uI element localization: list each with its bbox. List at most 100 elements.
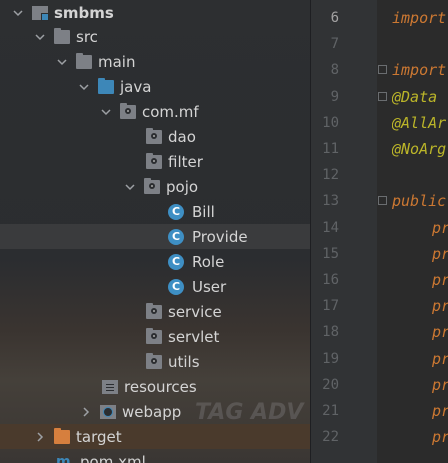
package-icon bbox=[146, 127, 162, 144]
tree-item-resources[interactable]: resources bbox=[0, 374, 310, 399]
line-number: 15 bbox=[322, 245, 339, 262]
module-icon bbox=[32, 5, 49, 21]
tree-item-label: Role bbox=[192, 252, 225, 271]
code-line[interactable]: pr bbox=[432, 241, 448, 267]
tree-item-label: filter bbox=[168, 152, 203, 171]
tree-item-pojo[interactable]: pojo bbox=[0, 174, 310, 199]
tree-item-label: webapp bbox=[122, 402, 182, 421]
code-line[interactable]: import bbox=[392, 5, 448, 31]
resources-folder-icon bbox=[102, 379, 118, 394]
tree-item-label: dao bbox=[168, 127, 196, 146]
class-icon: C bbox=[168, 228, 184, 245]
chevron-down-icon[interactable] bbox=[100, 106, 112, 118]
tree-item-pom-xml[interactable]: m pom.xml bbox=[0, 449, 310, 463]
code-line[interactable] bbox=[392, 162, 448, 188]
folder-icon bbox=[76, 52, 92, 69]
tree-item-label: User bbox=[192, 277, 227, 296]
package-icon bbox=[120, 102, 136, 119]
tree-item-label: servlet bbox=[168, 327, 220, 346]
project-tree: smbms src main java com.mf dao filter po… bbox=[0, 0, 310, 463]
folder-icon bbox=[54, 27, 70, 44]
tree-item-com-mf[interactable]: com.mf bbox=[0, 99, 310, 124]
tree-item-service[interactable]: service bbox=[0, 299, 310, 324]
chevron-down-icon[interactable] bbox=[34, 31, 46, 43]
tree-item-provide[interactable]: C Provide bbox=[0, 224, 310, 249]
web-folder-icon bbox=[100, 404, 116, 419]
line-number: 13 bbox=[322, 193, 339, 210]
chevron-down-icon[interactable] bbox=[124, 181, 136, 193]
tree-item-main[interactable]: main bbox=[0, 49, 310, 74]
tree-item-dao[interactable]: dao bbox=[0, 124, 310, 149]
chevron-down-icon[interactable] bbox=[56, 56, 68, 68]
chevron-right-icon[interactable] bbox=[34, 431, 46, 443]
class-icon: C bbox=[168, 278, 184, 295]
code-line[interactable]: pr bbox=[432, 215, 448, 241]
class-icon: C bbox=[168, 253, 184, 270]
chevron-right-icon[interactable] bbox=[80, 406, 92, 418]
line-number: 20 bbox=[322, 376, 339, 393]
tree-item-label: main bbox=[98, 52, 136, 71]
code-line[interactable]: pr bbox=[432, 319, 448, 345]
maven-icon: m bbox=[56, 453, 71, 463]
tree-item-java[interactable]: java bbox=[0, 74, 310, 99]
line-number: 7 bbox=[330, 36, 339, 53]
code-line[interactable]: pr bbox=[432, 424, 448, 450]
package-icon bbox=[146, 352, 162, 369]
line-number: 9 bbox=[330, 88, 339, 105]
code-line[interactable]: pr bbox=[432, 372, 448, 398]
tree-item-role[interactable]: C Role bbox=[0, 249, 310, 274]
line-number: 11 bbox=[322, 141, 339, 157]
tree-item-label: Bill bbox=[192, 202, 215, 221]
tree-item-label: java bbox=[120, 77, 152, 96]
line-number: 19 bbox=[322, 350, 339, 367]
chevron-down-icon[interactable] bbox=[78, 81, 90, 93]
code-line[interactable]: import bbox=[392, 57, 448, 83]
tree-item-label: src bbox=[76, 27, 98, 46]
tree-item-label: pom.xml bbox=[80, 452, 146, 463]
tree-item-smbms[interactable]: smbms bbox=[0, 0, 310, 25]
code-line[interactable]: @NoArg bbox=[392, 136, 448, 162]
line-number: 14 bbox=[322, 219, 339, 236]
tree-item-label: pojo bbox=[166, 177, 199, 196]
code-line[interactable]: pr bbox=[432, 267, 448, 293]
code-line[interactable]: public bbox=[392, 188, 448, 214]
code-line[interactable] bbox=[392, 31, 448, 57]
tree-item-label: resources bbox=[124, 377, 197, 396]
tree-item-src[interactable]: src bbox=[0, 24, 310, 49]
code-line[interactable]: pr bbox=[432, 346, 448, 372]
line-number: 17 bbox=[322, 298, 339, 315]
tree-item-target[interactable]: target bbox=[0, 424, 310, 449]
tree-item-utils[interactable]: utils bbox=[0, 349, 310, 374]
tree-item-label: smbms bbox=[54, 3, 114, 22]
code-line[interactable]: pr bbox=[432, 398, 448, 424]
package-icon bbox=[146, 302, 162, 319]
fold-marker-icon[interactable] bbox=[378, 65, 387, 75]
tree-item-label: target bbox=[76, 427, 122, 446]
watermark-logo: TAG ADV bbox=[195, 400, 304, 425]
tree-item-label: utils bbox=[168, 352, 200, 371]
line-number: 6 bbox=[330, 10, 339, 26]
line-number: 8 bbox=[330, 62, 339, 79]
class-icon: C bbox=[168, 203, 184, 220]
package-icon bbox=[146, 327, 162, 344]
tree-item-filter[interactable]: filter bbox=[0, 149, 310, 174]
source-folder-icon bbox=[98, 77, 114, 94]
code-line[interactable]: pr bbox=[432, 293, 448, 319]
line-number: 16 bbox=[322, 272, 339, 288]
code-line[interactable]: @AllAr bbox=[392, 110, 448, 136]
tree-item-servlet[interactable]: servlet bbox=[0, 324, 310, 349]
line-number: 21 bbox=[322, 403, 339, 419]
package-icon bbox=[144, 177, 160, 194]
tree-item-bill[interactable]: C Bill bbox=[0, 199, 310, 224]
fold-marker-icon[interactable] bbox=[378, 91, 387, 101]
line-number: 18 bbox=[322, 324, 339, 341]
line-number: 22 bbox=[322, 429, 339, 446]
package-icon bbox=[146, 152, 162, 169]
fold-marker-icon[interactable] bbox=[378, 196, 387, 206]
line-number: 12 bbox=[322, 167, 339, 184]
code-line[interactable]: @Data bbox=[392, 84, 448, 110]
tree-item-label: com.mf bbox=[142, 102, 199, 121]
tree-item-user[interactable]: C User bbox=[0, 274, 310, 299]
chevron-down-icon[interactable] bbox=[12, 7, 24, 19]
excluded-folder-icon bbox=[54, 427, 70, 444]
